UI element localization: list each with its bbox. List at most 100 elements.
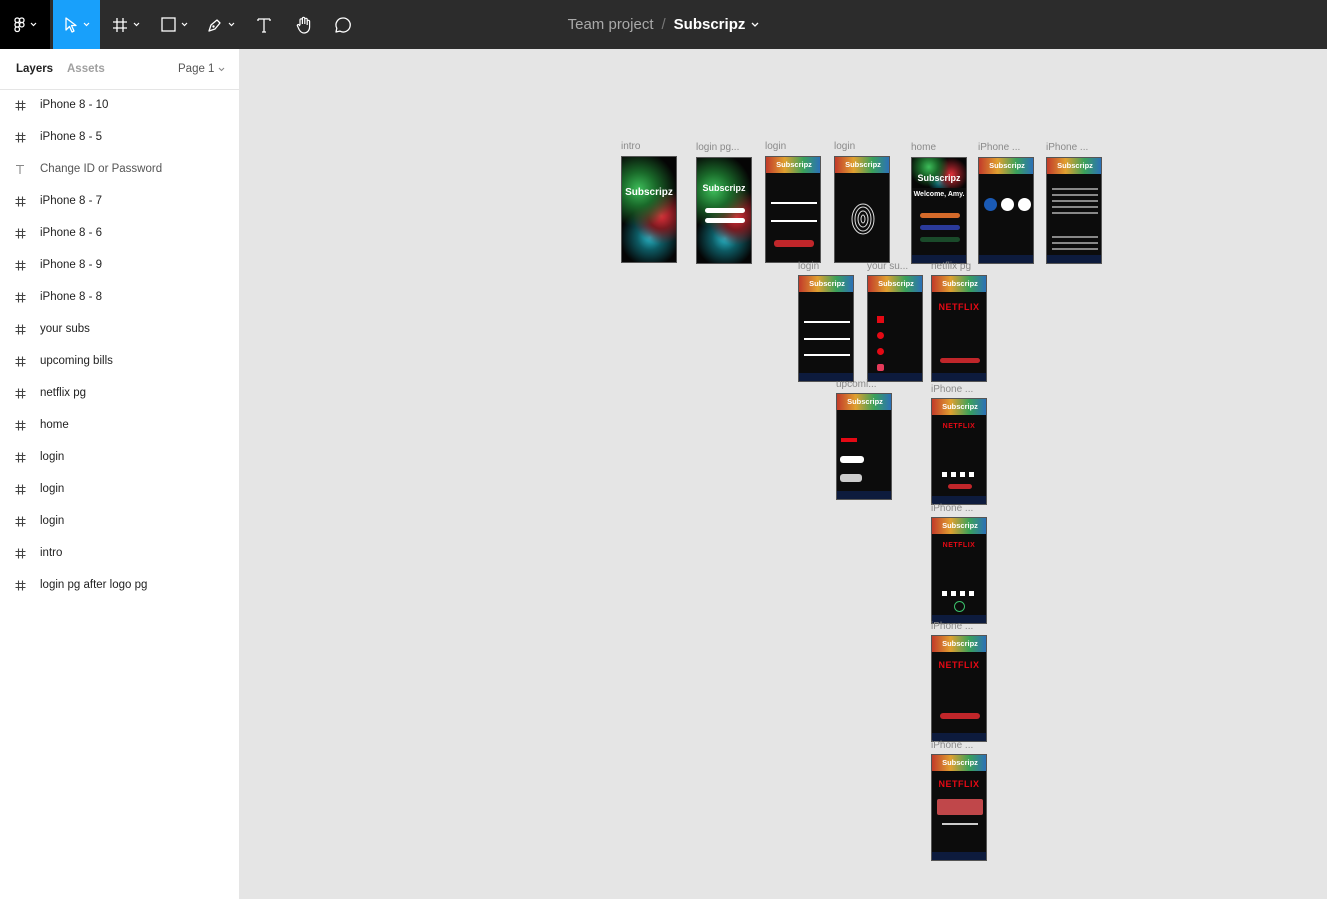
frame-label-intro[interactable]: intro [621,141,681,152]
frame-label-upcoming[interactable]: upcomi... [836,379,896,390]
bottom-nav [1047,255,1101,263]
bottom-nav [932,373,986,381]
email-field [804,338,850,340]
frame-label-iphone-a[interactable]: iPhone ... [978,142,1038,153]
app-title: Subscripz [625,187,673,198]
frame-header: Subscripz [766,157,820,173]
frame-label-login-1[interactable]: login [765,141,825,152]
pen-tool-button[interactable] [200,0,242,49]
layer-item[interactable]: login pg after logo pg [0,569,239,601]
frame-label-login-3[interactable]: login [798,261,858,272]
page-selector[interactable]: Page 1 [178,63,225,75]
layer-item[interactable]: login [0,441,239,473]
chevron-down-icon [218,67,225,72]
frame-header: Subscripz [868,276,922,292]
figma-menu-button[interactable] [0,0,50,49]
chevron-down-icon [133,22,140,27]
email-field [771,202,817,204]
tab-layers[interactable]: Layers [16,63,53,75]
layer-name: upcoming bills [40,355,113,367]
frame-iphone-a[interactable]: Subscripz [978,157,1034,264]
frame-your-subs[interactable]: Subscripz [867,275,923,382]
frame-label-iphone-e[interactable]: iPhone ... [931,621,991,632]
passcode-dots [942,472,978,477]
frame-intro[interactable]: Subscripz [621,156,677,263]
frame-layer-icon [0,260,40,271]
frame-label-your-subs[interactable]: your su... [867,261,927,272]
settings-row [1052,236,1098,238]
layer-item[interactable]: iPhone 8 - 7 [0,185,239,217]
frame-label-home[interactable]: home [911,142,971,153]
frame-settings[interactable]: Subscripz [1046,157,1102,264]
check-icon [954,601,965,612]
frame-upcoming-bills[interactable]: Subscripz [836,393,892,500]
layer-item[interactable]: iPhone 8 - 10 [0,89,239,121]
shape-tool-button[interactable] [153,0,195,49]
frame-layer-icon [0,388,40,399]
frame-label-netflix-pg[interactable]: netflix pg [931,261,991,272]
layer-item[interactable]: Change ID or Password [0,153,239,185]
frame-label-iphone-c[interactable]: iPhone ... [931,384,991,395]
layer-item[interactable]: iPhone 8 - 9 [0,249,239,281]
team-name[interactable]: Team project [568,16,654,33]
frame-iphone-f[interactable]: Subscripz NETFLIX [931,754,987,861]
frame-iphone-d[interactable]: Subscripz NETFLIX [931,517,987,624]
bottom-nav [837,491,891,499]
layer-item[interactable]: home [0,409,239,441]
move-tool-button[interactable] [53,0,100,49]
settings-row [1052,200,1098,202]
canvas[interactable]: intro Subscripz login pg... Subscripz lo… [240,49,1327,899]
layer-item[interactable]: upcoming bills [0,345,239,377]
layer-item[interactable]: netflix pg [0,377,239,409]
chevron-down-icon[interactable] [751,22,759,27]
frame-layer-icon [0,100,40,111]
chevron-down-icon [181,22,187,27]
frame-iphone-e[interactable]: Subscripz NETFLIX [931,635,987,742]
frame-header: Subscripz [932,399,986,415]
chevron-down-icon [30,22,36,27]
frame-layer-icon [0,516,40,527]
frame-new-subscriptions[interactable]: Subscripz [798,275,854,382]
layer-name: iPhone 8 - 5 [40,131,103,143]
frame-label-iphone-f[interactable]: iPhone ... [931,740,991,751]
frame-header: Subscripz [932,276,986,292]
netflix-logo: NETFLIX [942,542,976,549]
tab-assets[interactable]: Assets [67,63,105,75]
frame-header: Subscripz [979,158,1033,174]
your-subscriptions-button [920,213,960,218]
rectangle-icon [160,17,176,32]
change-id-button [940,358,980,363]
frame-home[interactable]: Subscripz Welcome, Amy. [911,157,967,264]
frame-iphone-c[interactable]: Subscripz NETFLIX [931,398,987,505]
frame-layer-icon [0,356,40,367]
frame-label-login-pg[interactable]: login pg... [696,142,756,153]
comment-tool-button[interactable] [328,0,358,49]
layer-item[interactable]: login [0,505,239,537]
unsubscribe-button [940,713,980,719]
text-tool-button[interactable] [249,0,279,49]
layer-item[interactable]: iPhone 8 - 6 [0,217,239,249]
frame-layer-icon [0,452,40,463]
project-name[interactable]: Subscripz [674,16,746,33]
app-title: Subscripz [917,173,961,183]
layer-item[interactable]: intro [0,537,239,569]
upcoming-billing-button [920,237,960,242]
frame-login-pg[interactable]: Subscripz [696,157,752,264]
frame-login-2[interactable]: Subscripz [834,156,890,263]
layer-item[interactable]: login [0,473,239,505]
frame-layer-icon [0,420,40,431]
logo-icon [1018,198,1031,211]
layer-item[interactable]: your subs [0,313,239,345]
frame-netflix-pg[interactable]: Subscripz NETFLIX [931,275,987,382]
disney-logo [840,474,862,482]
frame-label-iphone-d[interactable]: iPhone ... [931,503,991,514]
chevron-down-icon [228,22,235,27]
frame-login-1[interactable]: Subscripz [765,156,821,263]
frame-label-login-2[interactable]: login [834,141,894,152]
layer-name: login [40,483,65,495]
frame-label-iphone-b[interactable]: iPhone ... [1046,142,1106,153]
hand-tool-button[interactable] [288,0,320,49]
layer-item[interactable]: iPhone 8 - 5 [0,121,239,153]
frame-tool-button[interactable] [105,0,147,49]
layer-item[interactable]: iPhone 8 - 8 [0,281,239,313]
